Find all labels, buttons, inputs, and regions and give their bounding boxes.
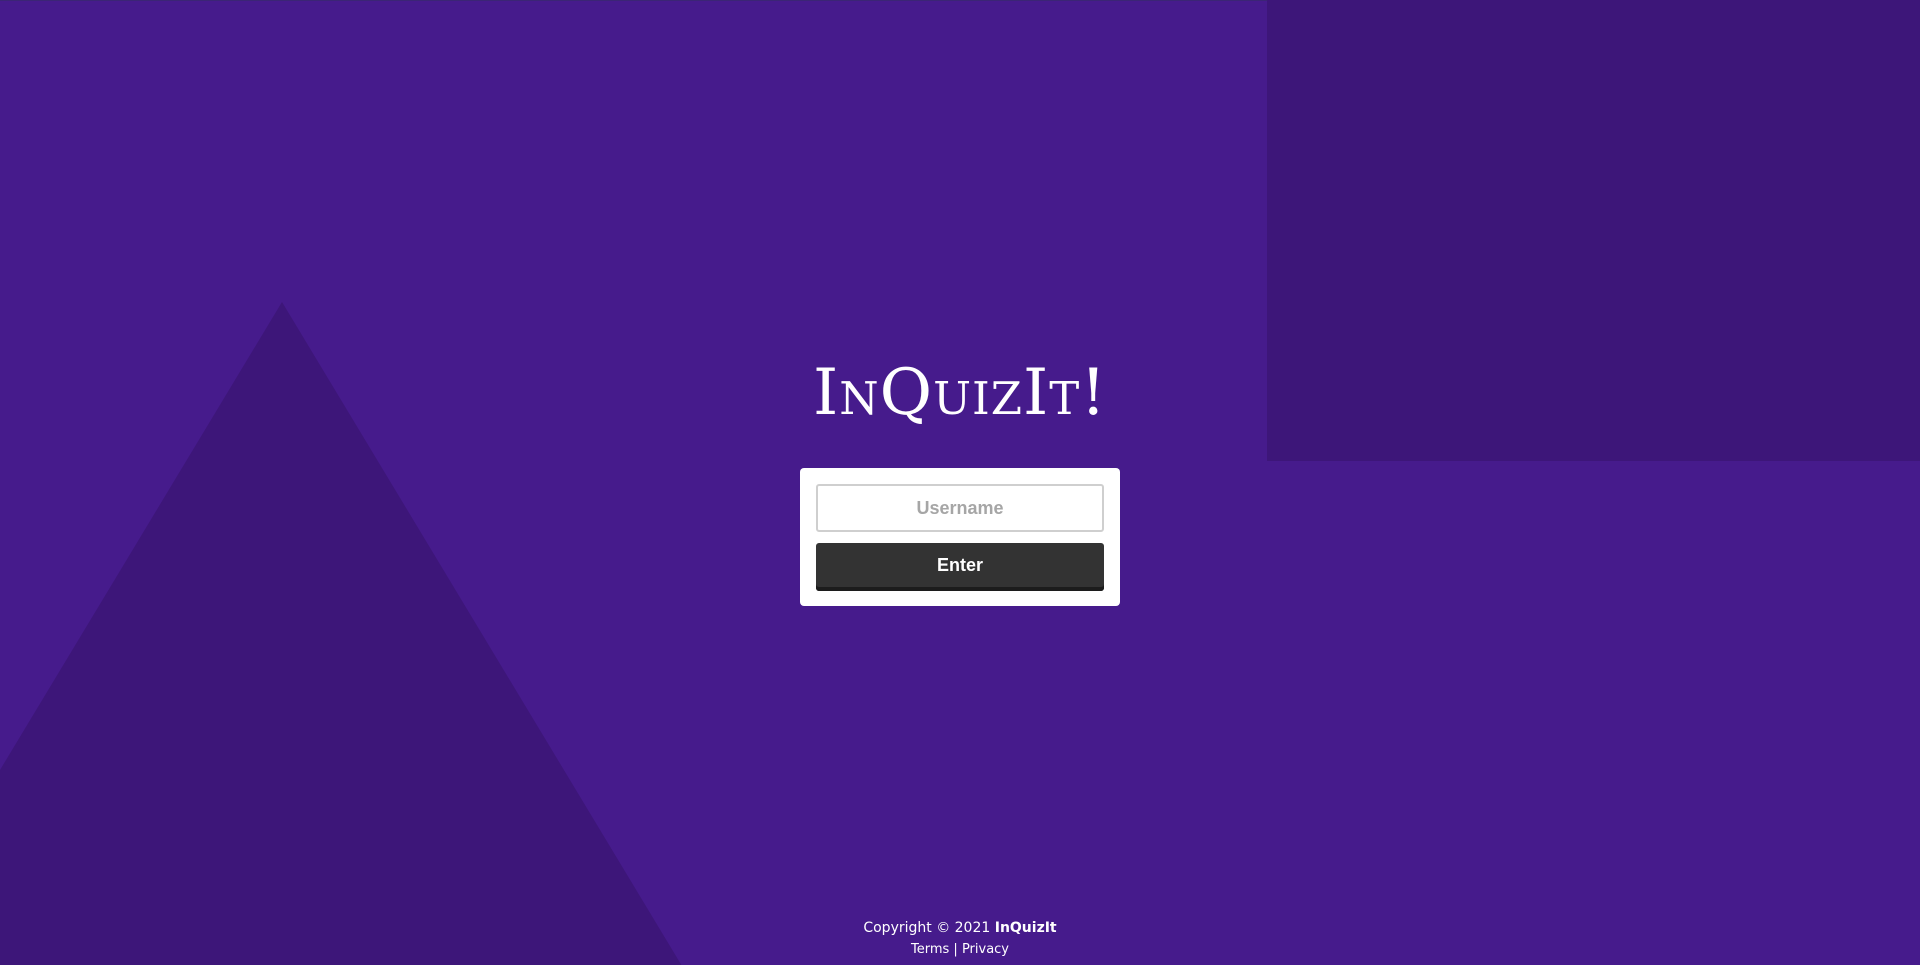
app-logo: InQuizIt! — [812, 356, 1108, 430]
copyright-line: Copyright © 2021 InQuizIt — [0, 918, 1920, 938]
footer-brand: InQuizIt — [994, 920, 1057, 936]
footer: Copyright © 2021 InQuizIt Terms | Privac… — [0, 918, 1920, 959]
enter-button[interactable]: Enter — [816, 543, 1104, 591]
footer-separator: | — [949, 942, 962, 957]
footer-links: Terms | Privacy — [0, 941, 1920, 959]
privacy-link[interactable]: Privacy — [962, 942, 1009, 957]
username-input[interactable] — [816, 484, 1104, 532]
terms-link[interactable]: Terms — [911, 942, 949, 957]
copyright-text: Copyright © 2021 — [863, 920, 995, 936]
login-card: Enter — [800, 468, 1120, 606]
